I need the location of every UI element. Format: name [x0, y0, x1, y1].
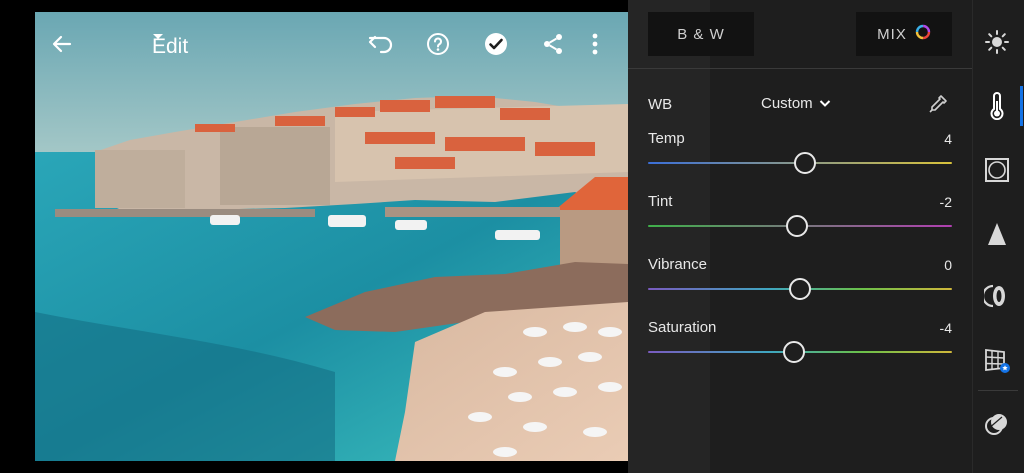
- detail-triangle-icon[interactable]: [974, 214, 1020, 254]
- photo-canvas[interactable]: Edit: [35, 12, 628, 461]
- temp-slider-thumb[interactable]: [794, 152, 817, 174]
- help-icon[interactable]: [426, 32, 456, 62]
- tint-slider-thumb[interactable]: [785, 215, 808, 237]
- vibrance-slider-thumb[interactable]: [789, 278, 811, 300]
- tint-label: Tint: [648, 193, 673, 210]
- panel-divider: [628, 68, 972, 69]
- geometry-grid-icon[interactable]: [974, 340, 1020, 380]
- undo-icon[interactable]: [367, 32, 397, 62]
- wb-preset-value: Custom: [761, 95, 813, 112]
- more-vertical-icon[interactable]: [591, 32, 621, 62]
- color-wheel-icon: [915, 24, 931, 44]
- presets-icon[interactable]: [974, 404, 1020, 444]
- light-icon[interactable]: [974, 22, 1020, 62]
- mix-button[interactable]: MIX: [856, 12, 952, 56]
- wb-label: WB: [648, 96, 673, 113]
- saturation-slider-thumb[interactable]: [782, 341, 805, 363]
- back-arrow-icon[interactable]: [50, 32, 80, 62]
- vibrance-slider[interactable]: [648, 277, 952, 301]
- rail-divider: [978, 390, 1018, 391]
- edit-mode-dropdown[interactable]: Edit: [152, 33, 196, 61]
- wb-preset-dropdown[interactable]: Custom: [761, 95, 831, 112]
- tint-slider[interactable]: [648, 214, 952, 238]
- bw-button[interactable]: B & W: [648, 12, 754, 56]
- optics-lens-icon[interactable]: [974, 276, 1020, 316]
- photo-image: [35, 12, 628, 461]
- temp-label: Temp: [648, 130, 685, 147]
- tint-value: -2: [939, 194, 952, 210]
- temp-value: 4: [944, 131, 952, 147]
- saturation-slider[interactable]: [648, 340, 952, 364]
- share-icon[interactable]: [541, 32, 571, 62]
- rail-active-indicator: [1020, 86, 1023, 126]
- bw-button-label: B & W: [677, 25, 725, 43]
- saturation-value: -4: [939, 320, 952, 336]
- mix-button-label: MIX: [877, 25, 907, 43]
- saturation-label: Saturation: [648, 319, 717, 336]
- eyedropper-icon[interactable]: [926, 92, 950, 116]
- effects-vignette-icon[interactable]: [974, 150, 1020, 190]
- color-thermometer-icon[interactable]: [974, 86, 1020, 126]
- vibrance-label: Vibrance: [648, 256, 707, 273]
- vibrance-value: 0: [944, 257, 952, 273]
- temp-slider[interactable]: [648, 151, 952, 175]
- checkmark-icon[interactable]: [484, 32, 514, 62]
- chevron-down-icon: [819, 95, 831, 112]
